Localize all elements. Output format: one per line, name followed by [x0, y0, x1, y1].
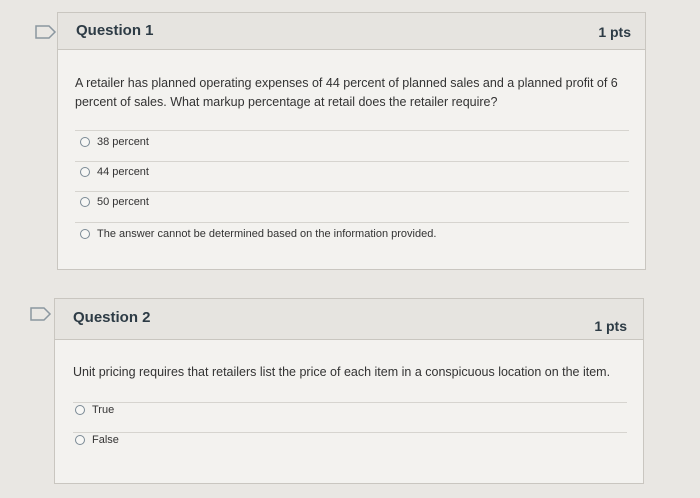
- question-points: 1 pts: [594, 318, 627, 334]
- divider: [73, 402, 627, 403]
- radio-button[interactable]: [80, 167, 90, 177]
- answer-label: The answer cannot be determined based on…: [97, 228, 437, 240]
- flag-question-icon[interactable]: [35, 25, 57, 39]
- radio-button[interactable]: [80, 229, 90, 239]
- answer-option[interactable]: False: [75, 434, 119, 446]
- answer-label: True: [92, 404, 115, 416]
- answer-option[interactable]: True: [75, 404, 114, 416]
- divider: [75, 191, 629, 192]
- question-header: Question 2 1 pts: [55, 299, 643, 340]
- answer-option[interactable]: 38 percent: [80, 136, 149, 148]
- radio-button[interactable]: [75, 435, 85, 445]
- answer-label: 50 percent: [97, 196, 149, 208]
- question-title: Question 2: [73, 309, 151, 326]
- question-card: Question 1 1 pts A retailer has planned …: [57, 12, 646, 270]
- question-card: Question 2 1 pts Unit pricing requires t…: [54, 298, 644, 484]
- radio-button[interactable]: [80, 197, 90, 207]
- answer-option[interactable]: 50 percent: [80, 196, 149, 208]
- answer-option[interactable]: 44 percent: [80, 166, 149, 178]
- question-points: 1 pts: [598, 24, 631, 40]
- question-header: Question 1 1 pts: [58, 13, 645, 50]
- radio-button[interactable]: [80, 137, 90, 147]
- question-title: Question 1: [76, 22, 154, 39]
- answer-label: False: [92, 434, 119, 446]
- question-text: A retailer has planned operating expense…: [75, 76, 618, 109]
- divider: [75, 161, 629, 162]
- flag-question-icon[interactable]: [30, 307, 52, 321]
- answer-label: 38 percent: [97, 136, 149, 148]
- question-text: Unit pricing requires that retailers lis…: [73, 365, 611, 379]
- divider: [75, 222, 629, 223]
- answer-option[interactable]: The answer cannot be determined based on…: [80, 228, 436, 240]
- divider: [73, 432, 627, 433]
- radio-button[interactable]: [75, 405, 85, 415]
- divider: [75, 130, 629, 131]
- answer-label: 44 percent: [97, 166, 149, 178]
